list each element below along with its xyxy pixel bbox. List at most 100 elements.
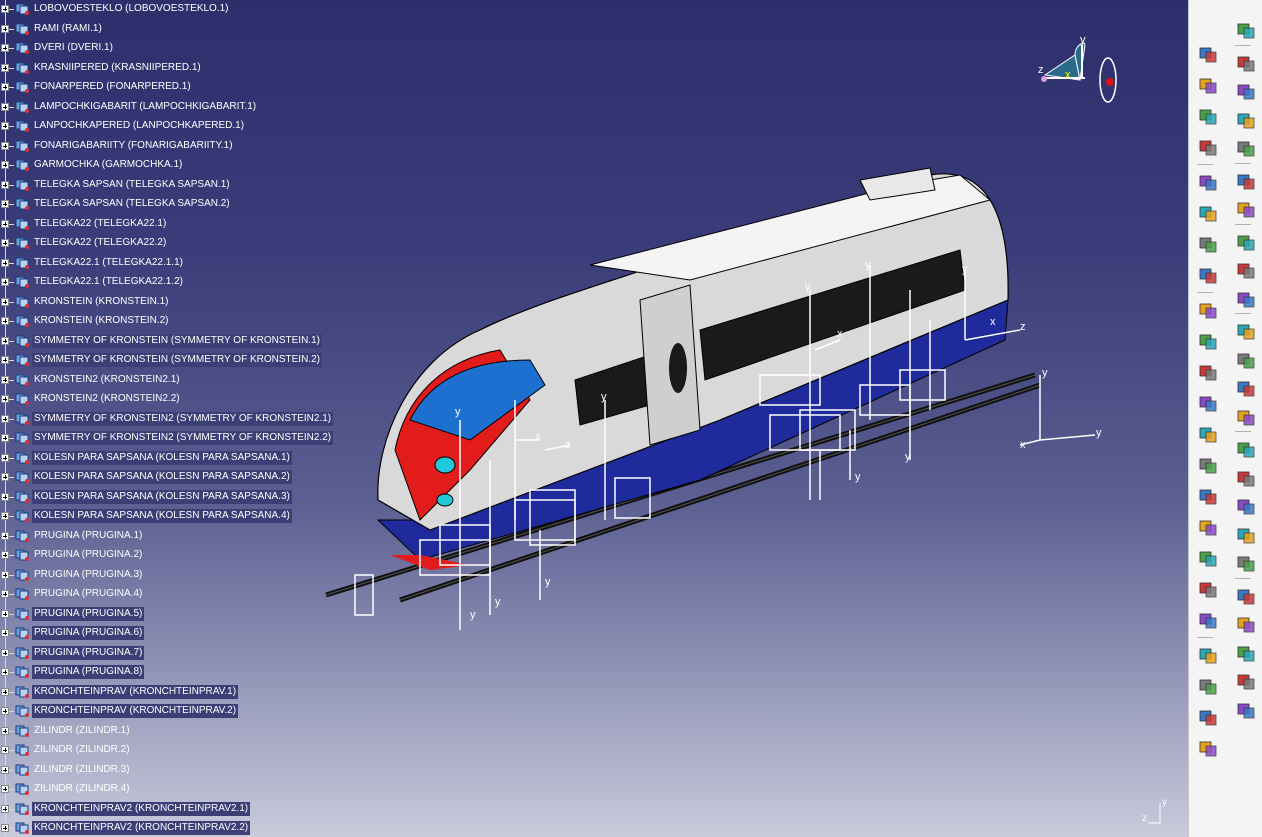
- expand-toggle[interactable]: [1, 239, 9, 247]
- gear-icon[interactable]: [1235, 232, 1259, 254]
- clip-icon[interactable]: [1197, 455, 1221, 477]
- expand-toggle[interactable]: [1, 200, 9, 208]
- gear2-icon[interactable]: [1235, 260, 1259, 282]
- tree-node[interactable]: KRONSTEIN2 (KRONSTEIN2.1): [0, 371, 360, 389]
- expand-toggle[interactable]: [1, 726, 9, 735]
- tree-node[interactable]: KRONSTEIN2 (KRONSTEIN2.2): [0, 390, 360, 408]
- expand-toggle[interactable]: [1, 765, 9, 774]
- tree-node[interactable]: ZILINDR (ZILINDR.3): [0, 761, 360, 779]
- clash-icon[interactable]: [1197, 548, 1221, 570]
- publish-icon[interactable]: [1197, 579, 1221, 601]
- view3-icon[interactable]: [1235, 110, 1259, 132]
- expand-toggle[interactable]: [1, 122, 9, 130]
- expand-toggle[interactable]: [1, 492, 9, 501]
- view4-icon[interactable]: [1235, 138, 1259, 160]
- expand-toggle[interactable]: [1, 804, 9, 813]
- tree-node[interactable]: GARMOCHKA (GARMOCHKA.1): [0, 156, 360, 174]
- expand-toggle[interactable]: [1, 570, 9, 579]
- tree-node[interactable]: KRONCHTEINPRAV2 (KRONCHTEINPRAV2.1): [0, 800, 360, 818]
- tree-node[interactable]: FONARIGABARIITY (FONARIGABARIITY.1): [0, 137, 360, 155]
- scene-icon[interactable]: [1197, 517, 1221, 539]
- expand-toggle[interactable]: [1, 24, 9, 33]
- specification-tree[interactable]: LOBOVOESTEKLO (LOBOVOESTEKLO.1) RAMI (RAM…: [0, 0, 360, 837]
- tree-node[interactable]: TELEGKA22.1 (TELEGKA22.1.2): [0, 273, 360, 291]
- expand-toggle[interactable]: [1, 668, 9, 676]
- reorder2-icon[interactable]: [1235, 614, 1259, 636]
- text-a-icon[interactable]: [1235, 439, 1259, 461]
- tree-node[interactable]: ZILINDR (ZILINDR.1): [0, 722, 360, 740]
- fit-all-icon[interactable]: [1197, 106, 1221, 128]
- bom2-icon[interactable]: [1235, 671, 1259, 693]
- gear3-icon[interactable]: [1235, 289, 1259, 311]
- tree-node[interactable]: KRONCHTEINPRAV (KRONCHTEINPRAV.2): [0, 702, 360, 720]
- tree-node[interactable]: SYMMETRY OF KRONSTEIN (SYMMETRY OF KRONS…: [0, 332, 360, 350]
- tree-node[interactable]: KRONSTEIN (KRONSTEIN.1): [0, 293, 360, 311]
- tree-spec2-icon[interactable]: [1197, 265, 1221, 287]
- product-icon[interactable]: [1197, 172, 1221, 194]
- label-icon[interactable]: [1235, 468, 1259, 490]
- expand-toggle[interactable]: [1, 375, 9, 384]
- tree-node[interactable]: PRUGINA (PRUGINA.4): [0, 585, 360, 603]
- expand-toggle[interactable]: [1, 453, 9, 462]
- expand-toggle[interactable]: [1, 395, 9, 403]
- tree-node[interactable]: PRUGINA (PRUGINA.7): [0, 644, 360, 662]
- expand-toggle[interactable]: [1, 551, 9, 559]
- expand-toggle[interactable]: [1, 414, 9, 423]
- bom-icon[interactable]: [1235, 643, 1259, 665]
- catalog-icon[interactable]: [1197, 44, 1221, 66]
- expand-toggle[interactable]: [1, 5, 9, 13]
- tree-node[interactable]: SYMMETRY OF KRONSTEIN (SYMMETRY OF KRONS…: [0, 351, 360, 369]
- 3d-viewport[interactable]: y y y y y y x x x z x z y y y y y y LOBO…: [0, 0, 1188, 837]
- text-abc-icon[interactable]: [1197, 645, 1221, 667]
- tree-node[interactable]: DVERI (DVERI.1): [0, 39, 360, 57]
- expand-toggle[interactable]: [1, 297, 9, 306]
- expand-toggle[interactable]: [1, 180, 9, 189]
- expand-toggle[interactable]: [1, 161, 9, 169]
- tree-node[interactable]: LAMPOCHKIGABARIT (LAMPOCHKIGABARIT.1): [0, 98, 360, 116]
- weld-icon[interactable]: [1197, 707, 1221, 729]
- tree-node[interactable]: TELEGKA22 (TELEGKA22.1): [0, 215, 360, 233]
- tree-node[interactable]: SYMMETRY OF KRONSTEIN2 (SYMMETRY OF KRON…: [0, 429, 360, 447]
- tree-node[interactable]: KOLESN PARA SAPSANA (KOLESN PARA SAPSANA…: [0, 449, 360, 467]
- tree-node[interactable]: KRONCHTEINPRAV (KRONCHTEINPRAV.1): [0, 683, 360, 701]
- reorder-icon[interactable]: [1235, 378, 1259, 400]
- view-icon[interactable]: [1235, 53, 1259, 75]
- expand-toggle[interactable]: [1, 590, 9, 598]
- constraint-icon[interactable]: [1197, 300, 1221, 322]
- annotation-icon[interactable]: [1197, 610, 1221, 632]
- expand-toggle[interactable]: [1, 687, 9, 696]
- graph-icon[interactable]: [1235, 407, 1259, 429]
- expand-toggle[interactable]: [1, 785, 9, 793]
- expand-toggle[interactable]: [1, 258, 9, 267]
- expand-toggle[interactable]: [1, 473, 9, 481]
- tree-node[interactable]: PRUGINA (PRUGINA.8): [0, 663, 360, 681]
- tree-node[interactable]: RAMI (RAMI.1): [0, 20, 360, 38]
- tree-node[interactable]: PRUGINA (PRUGINA.6): [0, 624, 360, 642]
- expand-toggle[interactable]: [1, 356, 9, 364]
- expand-toggle[interactable]: [1, 707, 9, 715]
- bom3-icon[interactable]: [1235, 700, 1259, 722]
- tree-spec-icon[interactable]: [1197, 234, 1221, 256]
- tree-node[interactable]: TELEGKA SAPSAN (TELEGKA SAPSAN.1): [0, 176, 360, 194]
- expand-toggle[interactable]: [1, 746, 9, 754]
- expand-toggle[interactable]: [1, 512, 9, 520]
- tree-node[interactable]: PRUGINA (PRUGINA.1): [0, 527, 360, 545]
- expand-toggle[interactable]: [1, 219, 9, 228]
- tree-node[interactable]: TELEGKA SAPSAN (TELEGKA SAPSAN.2): [0, 195, 360, 213]
- compass-icon[interactable]: z x y: [1030, 30, 1130, 110]
- select-arrow-icon[interactable]: [1235, 171, 1259, 193]
- expand-toggle[interactable]: [1, 141, 9, 150]
- insert-icon[interactable]: [1235, 321, 1259, 343]
- layout-icon[interactable]: [1197, 738, 1221, 760]
- tree-node[interactable]: TELEGKA22 (TELEGKA22.2): [0, 234, 360, 252]
- expand-toggle[interactable]: [1, 531, 9, 540]
- expand-toggle[interactable]: [1, 648, 9, 657]
- expand-toggle[interactable]: [1, 434, 9, 442]
- tree-node[interactable]: KRONCHTEINPRAV2 (KRONCHTEINPRAV2.2): [0, 819, 360, 837]
- tree-node[interactable]: ZILINDR (ZILINDR.2): [0, 741, 360, 759]
- tree-node[interactable]: TELEGKA22.1 (TELEGKA22.1.1): [0, 254, 360, 272]
- tree-node[interactable]: SYMMETRY OF KRONSTEIN2 (SYMMETRY OF KRON…: [0, 410, 360, 428]
- expand-toggle[interactable]: [1, 336, 9, 345]
- expand-toggle[interactable]: [1, 317, 9, 325]
- tree-node[interactable]: KOLESN PARA SAPSANA (KOLESN PARA SAPSANA…: [0, 507, 360, 525]
